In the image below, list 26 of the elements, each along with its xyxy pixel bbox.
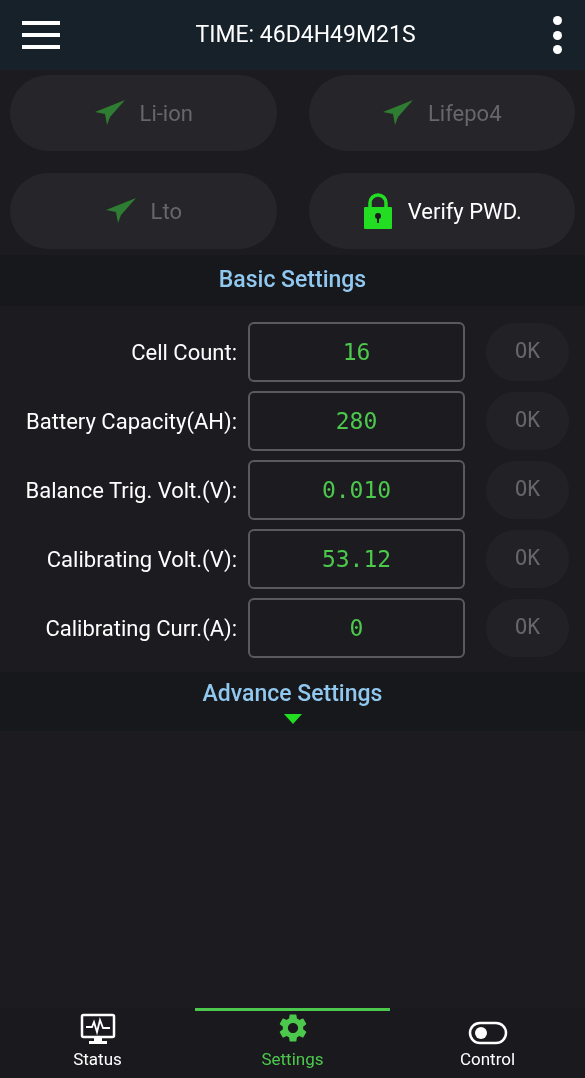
nav-tab[interactable]: Settings xyxy=(195,1008,390,1078)
verify-password-button[interactable]: Verify PWD. xyxy=(308,173,575,249)
section-title: Basic Settings xyxy=(218,265,367,296)
paper-plane-icon xyxy=(93,99,126,127)
setting-label: Calibrating Volt.(V): xyxy=(45,545,238,574)
setting-input[interactable]: 0 xyxy=(248,598,465,658)
setting-label: Balance Trig. Volt.(V): xyxy=(24,476,238,505)
nav-tab[interactable]: Status xyxy=(0,1008,195,1078)
setting-input[interactable]: 0.010 xyxy=(248,460,465,520)
advance-settings-toggle[interactable]: Advance Settings xyxy=(0,672,585,731)
padlock-icon xyxy=(361,193,394,229)
toggle-switch-icon xyxy=(467,1021,508,1045)
setting-label: Calibrating Curr.(A): xyxy=(44,614,238,643)
more-options-icon[interactable] xyxy=(551,16,563,54)
monitor-pulse-icon xyxy=(79,1013,116,1045)
paper-plane-icon xyxy=(104,197,137,225)
setting-label: Cell Count: xyxy=(130,338,238,367)
header-title: TIME: 46D4H49M21S xyxy=(194,19,417,50)
setting-input[interactable]: 53.12 xyxy=(248,529,465,589)
setting-label: Battery Capacity(AH): xyxy=(25,407,238,436)
paper-plane-icon xyxy=(382,99,414,127)
setting-input[interactable]: 280 xyxy=(248,391,465,451)
setting-input[interactable]: 16 xyxy=(248,322,465,382)
caret-icon xyxy=(283,713,302,724)
nav-tab[interactable]: Control xyxy=(390,1008,585,1078)
menu-icon[interactable] xyxy=(22,21,60,49)
